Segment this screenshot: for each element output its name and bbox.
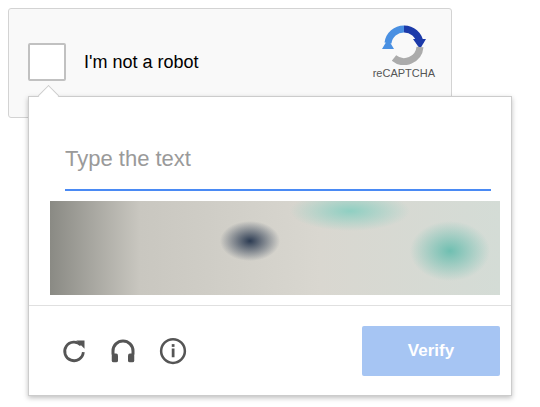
checkbox-label: I'm not a robot [84, 52, 355, 73]
text-input[interactable] [65, 133, 491, 191]
recaptcha-page: I'm not a robot reCAPTCHA Verify [0, 0, 540, 407]
captcha-image [50, 201, 500, 295]
info-icon[interactable] [158, 336, 188, 366]
recaptcha-brand: reCAPTCHA [373, 25, 435, 79]
icon-row [60, 336, 188, 366]
popup-footer: Verify [29, 306, 511, 395]
headphones-icon[interactable] [108, 336, 138, 366]
verify-button[interactable]: Verify [362, 326, 500, 376]
robot-checkbox[interactable] [28, 43, 66, 81]
challenge-popup: Verify [28, 96, 512, 396]
reload-icon[interactable] [60, 337, 88, 365]
recaptcha-logo-icon [380, 25, 428, 65]
separator [29, 305, 511, 306]
brand-text: reCAPTCHA [373, 67, 435, 79]
